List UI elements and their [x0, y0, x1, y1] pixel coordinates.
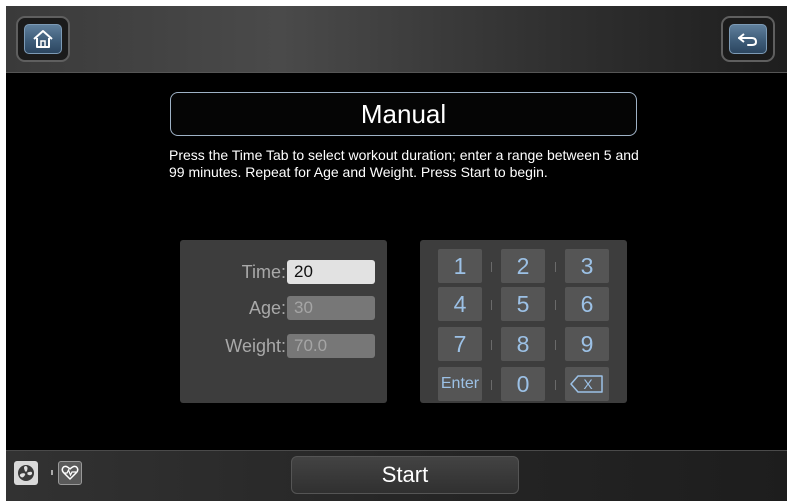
program-title-text: Manual	[360, 98, 447, 129]
time-label: Time:	[241, 262, 286, 282]
start-button[interactable]: Start	[291, 456, 519, 494]
start-button-label: Start	[381, 462, 429, 487]
age-label: Age:	[248, 298, 286, 318]
bottom-separator	[51, 470, 53, 475]
key-5[interactable]: 5	[501, 287, 545, 321]
key-4[interactable]: 4	[438, 287, 482, 321]
heart-rate-button[interactable]	[58, 461, 82, 485]
keypad-separator	[555, 300, 556, 310]
top-bar	[6, 6, 787, 73]
key-enter[interactable]: Enter	[438, 367, 482, 401]
app-screen: Manual Press the Time Tab to select work…	[6, 6, 787, 501]
weight-field-row[interactable]: Weight: 70.0	[180, 334, 387, 360]
weight-label: Weight:	[225, 336, 286, 356]
keypad-separator	[555, 262, 556, 272]
heart-rate-icon	[61, 465, 79, 480]
key-6[interactable]: 6	[565, 287, 609, 321]
keypad-separator	[491, 262, 492, 272]
keypad-separator	[491, 340, 492, 350]
home-icon	[24, 24, 62, 54]
backspace-icon: X	[570, 375, 603, 393]
time-field[interactable]: 20	[287, 260, 375, 284]
age-field-row[interactable]: Age: 30	[180, 296, 387, 322]
key-2[interactable]: 2	[501, 249, 545, 283]
numeric-keypad: 1 2 3 4 5 6 7 8 9 Enter 0 X	[420, 240, 627, 403]
age-field[interactable]: 30	[287, 296, 375, 320]
keypad-separator	[491, 300, 492, 310]
weight-field[interactable]: 70.0	[287, 334, 375, 358]
time-field-row[interactable]: Time: 20	[180, 260, 387, 286]
backspace-key-label: X	[583, 376, 593, 392]
program-title: Manual	[170, 92, 637, 136]
key-7[interactable]: 7	[438, 327, 482, 361]
key-8[interactable]: 8	[501, 327, 545, 361]
keypad-separator	[555, 340, 556, 350]
bottom-bar: Start	[6, 450, 787, 501]
back-button[interactable]	[721, 16, 775, 62]
key-9[interactable]: 9	[565, 327, 609, 361]
back-arrow-icon	[729, 24, 767, 54]
workout-fields-panel: Time: 20 Age: 30 Weight: 70.0	[180, 240, 387, 403]
keypad-separator	[491, 380, 492, 390]
fan-icon	[18, 465, 34, 481]
keypad-separator	[555, 380, 556, 390]
instructions-text: Press the Time Tab to select workout dur…	[169, 147, 639, 180]
key-3[interactable]: 3	[565, 249, 609, 283]
key-1[interactable]: 1	[438, 249, 482, 283]
fan-button[interactable]	[14, 461, 38, 485]
key-0[interactable]: 0	[501, 367, 545, 401]
key-backspace[interactable]: X	[565, 367, 609, 401]
home-button[interactable]	[16, 16, 70, 62]
